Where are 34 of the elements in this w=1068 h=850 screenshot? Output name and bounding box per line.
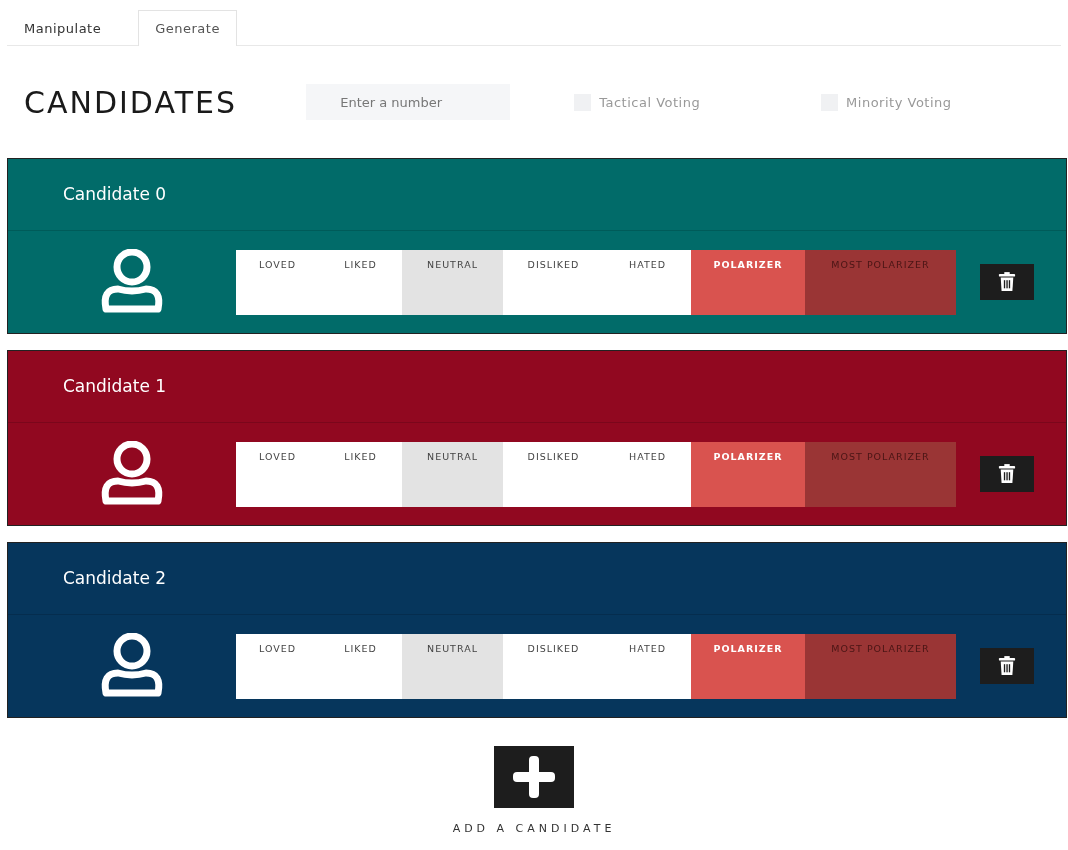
add-candidate-label: ADD A CANDIDATE bbox=[452, 822, 616, 835]
rating-option[interactable]: NEUTRAL bbox=[402, 249, 503, 315]
rating-option[interactable]: NEUTRAL bbox=[402, 441, 503, 507]
add-button[interactable] bbox=[494, 746, 574, 808]
delete-button[interactable] bbox=[980, 648, 1034, 684]
checkbox-label: Tactical Voting bbox=[599, 94, 701, 110]
rating-option[interactable]: LIKED bbox=[319, 441, 402, 507]
trash-icon bbox=[998, 272, 1016, 292]
rating-option[interactable]: HATED bbox=[604, 441, 691, 507]
rating-option[interactable]: NEUTRAL bbox=[402, 633, 503, 699]
trash-icon bbox=[998, 464, 1016, 484]
rating-option[interactable]: POLARIZER bbox=[691, 441, 805, 507]
rating-option[interactable]: POLARIZER bbox=[691, 249, 805, 315]
page-title: CANDIDATES bbox=[24, 84, 238, 120]
delete-button[interactable] bbox=[980, 456, 1034, 492]
tab[interactable]: Generate bbox=[138, 10, 237, 46]
rating-option[interactable]: LOVED bbox=[236, 441, 319, 507]
rating-option[interactable]: LOVED bbox=[236, 249, 319, 315]
rating-option[interactable]: LIKED bbox=[319, 249, 402, 315]
rating-option[interactable]: LOVED bbox=[236, 633, 319, 699]
rating-option[interactable]: HATED bbox=[604, 633, 691, 699]
candidate-name: Candidate 1 bbox=[8, 351, 1066, 423]
candidate-name: Candidate 2 bbox=[8, 543, 1066, 615]
rating-option[interactable]: HATED bbox=[604, 249, 691, 315]
delete-button[interactable] bbox=[980, 264, 1034, 300]
checkbox-label: Minority Voting bbox=[846, 94, 952, 110]
rating-option[interactable]: LIKED bbox=[319, 633, 402, 699]
number-field[interactable]: Enter a number bbox=[306, 84, 511, 120]
rating-option[interactable]: POLARIZER bbox=[691, 633, 805, 699]
rating-option[interactable]: DISLIKED bbox=[503, 633, 604, 699]
trash-icon bbox=[998, 656, 1016, 676]
candidate-name: Candidate 0 bbox=[8, 159, 1066, 231]
rating-option[interactable]: DISLIKED bbox=[503, 249, 604, 315]
rating-option[interactable]: DISLIKED bbox=[503, 441, 604, 507]
